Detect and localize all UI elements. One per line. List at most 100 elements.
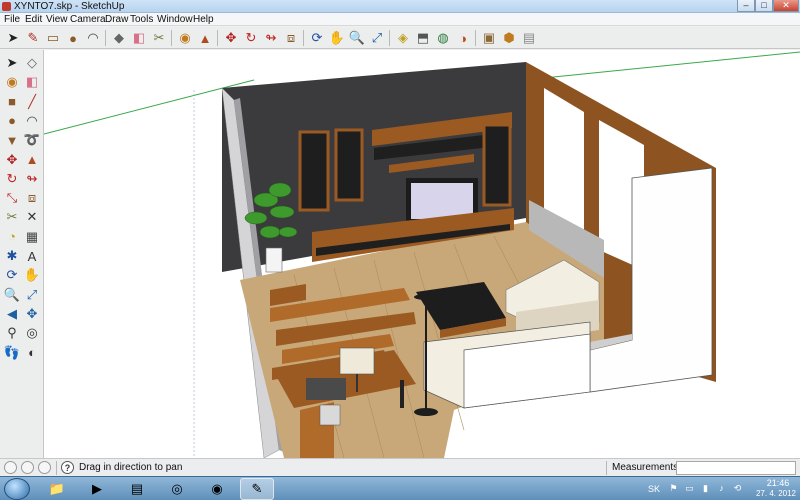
make-component-tool-icon[interactable]: ◆ [110, 29, 128, 47]
rotate-tool-icon[interactable]: ↻ [3, 170, 21, 188]
make-component-tool-icon[interactable]: ◇ [23, 54, 41, 72]
media-player-app-icon[interactable]: ▶ [80, 478, 114, 500]
materials-tool-icon[interactable]: ⬢ [500, 29, 518, 47]
network-app-icon[interactable]: ◎ [160, 478, 194, 500]
paint-bucket-tool-icon[interactable]: ◉ [176, 29, 194, 47]
user-icon[interactable] [38, 461, 51, 474]
toolbar-separator [217, 30, 218, 46]
rotate-tool-icon[interactable]: ↻ [242, 29, 260, 47]
maximize-button[interactable]: □ [755, 0, 773, 12]
firefox-app-icon[interactable]: ◉ [200, 478, 234, 500]
desk-drawer [306, 378, 346, 400]
look-around-tool-icon[interactable]: ◍ [434, 29, 452, 47]
display-icon[interactable]: ▭ [684, 483, 695, 494]
zoom-window-tool-icon[interactable]: ⤢ [23, 286, 41, 304]
close-button[interactable]: ✕ [773, 0, 799, 12]
protractor-tool-icon[interactable]: ◔ [3, 228, 21, 246]
menu-edit[interactable]: Edit [25, 13, 42, 26]
update-icon[interactable]: ⟲ [732, 483, 743, 494]
tv-screen [411, 183, 473, 219]
pan-tool-icon[interactable]: ✋ [328, 29, 346, 47]
select-tool-icon[interactable]: ➤ [4, 29, 22, 47]
dimension-tool-icon[interactable]: ✕ [23, 208, 41, 226]
drawing-viewport[interactable] [44, 50, 800, 458]
menu-camera[interactable]: Camera [70, 13, 106, 26]
pencil-line-tool-icon[interactable]: ✎ [24, 29, 42, 47]
help-icon[interactable]: ? [61, 461, 74, 474]
credits-icon[interactable] [21, 461, 34, 474]
orbit-tool-icon[interactable]: ⟳ [308, 29, 326, 47]
zoom-extents-tool-icon[interactable]: ✥ [23, 305, 41, 323]
menu-bar: File Edit View Camera Draw Tools Window … [0, 13, 800, 26]
follow-me-tool-icon[interactable]: ↬ [23, 170, 41, 188]
push-pull-tool-icon[interactable]: ▲ [23, 151, 41, 169]
arc-tool-icon[interactable]: ◠ [23, 112, 41, 130]
menu-draw[interactable]: Draw [105, 13, 128, 26]
documents-app-icon[interactable]: ▤ [120, 478, 154, 500]
title-bar[interactable]: XYNTO7.skp - SketchUp – □ ✕ [0, 0, 800, 13]
move-tool-icon[interactable]: ✥ [222, 29, 240, 47]
rectangle-tool-icon[interactable]: ■ [3, 93, 21, 111]
offset-tool-icon[interactable]: ⧈ [23, 189, 41, 207]
pan-tool-icon[interactable]: ✋ [23, 266, 41, 284]
orbit-tool-icon[interactable]: ⟳ [3, 266, 21, 284]
section-plane-tool-icon[interactable]: ◈ [394, 29, 412, 47]
wall-cabinet-middle [334, 128, 364, 202]
walk-tool-icon[interactable]: ⬒ [414, 29, 432, 47]
follow-me-tool-icon[interactable]: ↬ [262, 29, 280, 47]
styles-tool-icon[interactable]: ▤ [520, 29, 538, 47]
3d-text-tool-icon[interactable]: A [23, 247, 41, 265]
rectangle-tool-icon[interactable]: ▭ [44, 29, 62, 47]
select-tool-icon[interactable]: ➤ [3, 54, 21, 72]
line-tool-icon[interactable]: ╱ [23, 93, 41, 111]
paint-bucket-tool-icon[interactable]: ◉ [3, 73, 21, 91]
menu-help[interactable]: Help [193, 13, 214, 26]
menu-view[interactable]: View [46, 13, 68, 26]
section-plane-tool-icon[interactable]: ◐ [23, 344, 41, 362]
axes-tool-icon[interactable]: ✱ [3, 247, 21, 265]
tape-measure-tool-icon[interactable]: ✂ [150, 29, 168, 47]
clock-time[interactable]: 21:46 [758, 478, 798, 488]
toolbar-separator [303, 30, 304, 46]
freehand-tool-icon[interactable]: ➰ [23, 131, 41, 149]
tape-measure-tool-icon[interactable]: ✂ [3, 208, 21, 226]
geo-location-icon[interactable] [4, 461, 17, 474]
circle-tool-icon[interactable]: ● [3, 112, 21, 130]
position-camera-tool-icon[interactable]: ⚲ [3, 324, 21, 342]
flag-icon[interactable]: ⚑ [668, 483, 679, 494]
components-tool-icon[interactable]: ▣ [480, 29, 498, 47]
position-camera-tool-icon[interactable]: ◑ [454, 29, 472, 47]
menu-window[interactable]: Window [157, 13, 193, 26]
eraser-tool-icon[interactable]: ◧ [23, 73, 41, 91]
clock-date[interactable]: 27. 4. 2012 [752, 489, 800, 498]
room-model-scene[interactable] [44, 50, 800, 458]
measurements-input[interactable] [676, 461, 796, 475]
floor-lamp-base [414, 408, 438, 416]
volume-icon[interactable]: ♪ [716, 483, 727, 494]
network-icon[interactable]: ▮ [700, 483, 711, 494]
menu-tools[interactable]: Tools [130, 13, 153, 26]
offset-tool-icon[interactable]: ⧈ [282, 29, 300, 47]
menu-file[interactable]: File [4, 13, 20, 26]
minimize-button[interactable]: – [737, 0, 755, 12]
move-tool-icon[interactable]: ✥ [3, 151, 21, 169]
walk-tool-icon[interactable]: 👣 [3, 344, 21, 362]
language-indicator[interactable]: SK [648, 477, 660, 500]
start-button[interactable] [4, 478, 30, 500]
zoom-tool-icon[interactable]: 🔍 [348, 29, 366, 47]
measurements-label: Measurements [612, 462, 679, 473]
zoom-extents-tool-icon[interactable]: ⤢ [368, 29, 386, 47]
desk-chair-back [339, 347, 375, 375]
polygon-tool-icon[interactable]: ▼ [3, 131, 21, 149]
text-tool-icon[interactable]: ▦ [23, 228, 41, 246]
arc-tool-icon[interactable]: ◠ [84, 29, 102, 47]
eraser-tool-icon[interactable]: ◧ [130, 29, 148, 47]
zoom-previous-tool-icon[interactable]: ◀ [3, 305, 21, 323]
zoom-tool-icon[interactable]: 🔍 [3, 286, 21, 304]
push-pull-tool-icon[interactable]: ▲ [196, 29, 214, 47]
scale-tool-icon[interactable]: ⤡ [3, 189, 21, 207]
sketchup-app-icon[interactable]: ✎ [240, 478, 274, 500]
explorer-app-icon[interactable]: 📁 [40, 478, 74, 500]
circle-tool-icon[interactable]: ● [64, 29, 82, 47]
look-around-tool-icon[interactable]: ◎ [23, 324, 41, 342]
